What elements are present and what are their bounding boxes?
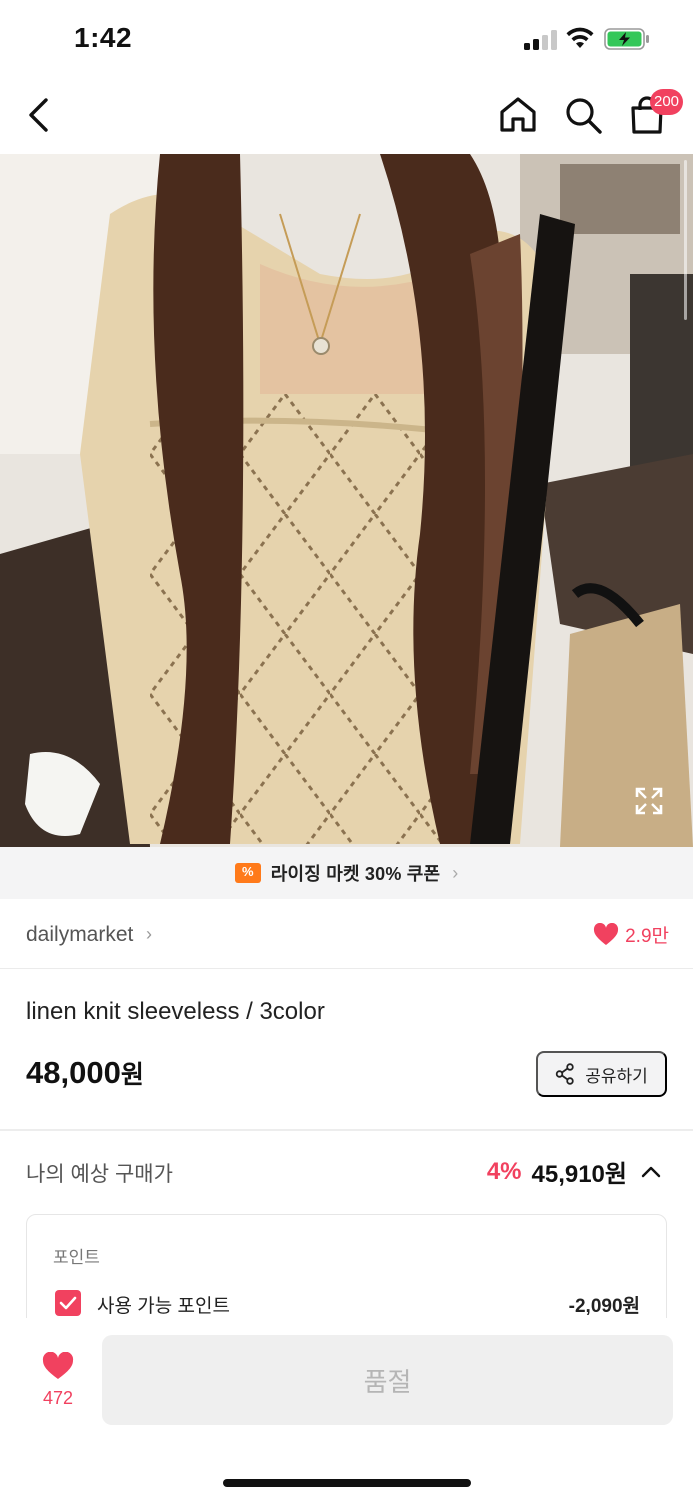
home-icon[interactable] bbox=[497, 94, 539, 136]
like-count: 472 bbox=[42, 1388, 74, 1408]
chevron-right-icon: › bbox=[146, 924, 152, 944]
product-price: 48,000원 bbox=[26, 1055, 144, 1091]
share-icon bbox=[556, 1063, 574, 1085]
status-time: 1:42 bbox=[74, 22, 133, 53]
heart-icon bbox=[594, 922, 619, 945]
shop-row: dailymarket › 2.9만 bbox=[0, 899, 693, 969]
section-divider bbox=[0, 1129, 693, 1131]
battery-charging-icon bbox=[604, 28, 649, 50]
like-button[interactable]: 472 bbox=[30, 1352, 86, 1409]
product-image[interactable] bbox=[0, 154, 693, 847]
top-nav bbox=[0, 78, 693, 154]
expected-price-toggle[interactable]: 4% 45,910원 bbox=[487, 1154, 663, 1189]
search-icon[interactable] bbox=[562, 94, 604, 136]
shop-like-value: 2.9만 bbox=[625, 926, 669, 947]
product-photo-illustration bbox=[0, 154, 693, 847]
soldout-button[interactable]: 품절 bbox=[102, 1335, 673, 1425]
coupon-text: 라이징 마켓 30% 쿠폰 bbox=[270, 864, 441, 884]
price-value: 48,000 bbox=[26, 1055, 121, 1090]
product-title: linen knit sleeveless / 3color bbox=[26, 998, 325, 1025]
chevron-right-icon: › bbox=[452, 862, 459, 883]
status-bar: 1:42 bbox=[0, 0, 693, 78]
points-label: 사용 가능 포인트 bbox=[97, 1296, 230, 1317]
points-value: -2,090원 bbox=[568, 1296, 640, 1317]
share-label: 공유하기 bbox=[585, 1066, 648, 1086]
chevron-up-icon bbox=[641, 1166, 661, 1177]
coupon-banner[interactable]: 라이징 마켓 30% 쿠폰 › bbox=[0, 847, 693, 899]
shop-name-link[interactable]: dailymarket bbox=[26, 923, 133, 947]
wifi-icon bbox=[566, 27, 594, 48]
heart-icon bbox=[42, 1352, 74, 1379]
home-indicator bbox=[223, 1479, 471, 1487]
price-unit: 원 bbox=[120, 1061, 144, 1089]
expand-icon[interactable] bbox=[634, 786, 664, 816]
signal-icon bbox=[524, 30, 558, 50]
checkmark-icon bbox=[59, 1296, 77, 1310]
coupon-icon bbox=[234, 863, 261, 883]
share-button[interactable]: 공유하기 bbox=[536, 1051, 667, 1097]
expected-price-value: 45,910원 bbox=[531, 1161, 628, 1188]
points-title: 포인트 bbox=[53, 1248, 100, 1267]
expected-discount: 4% bbox=[486, 1157, 522, 1185]
bottom-action-bar: 472 품절 bbox=[0, 1318, 693, 1500]
back-arrow-icon[interactable] bbox=[22, 94, 56, 136]
shop-like-count[interactable]: 2.9만 bbox=[593, 921, 669, 948]
image-scrollbar bbox=[684, 160, 687, 320]
points-checkbox[interactable] bbox=[55, 1290, 81, 1316]
expected-price-label: 나의 예상 구매가 bbox=[26, 1163, 173, 1186]
cart-count-badge: 200 bbox=[650, 89, 684, 115]
